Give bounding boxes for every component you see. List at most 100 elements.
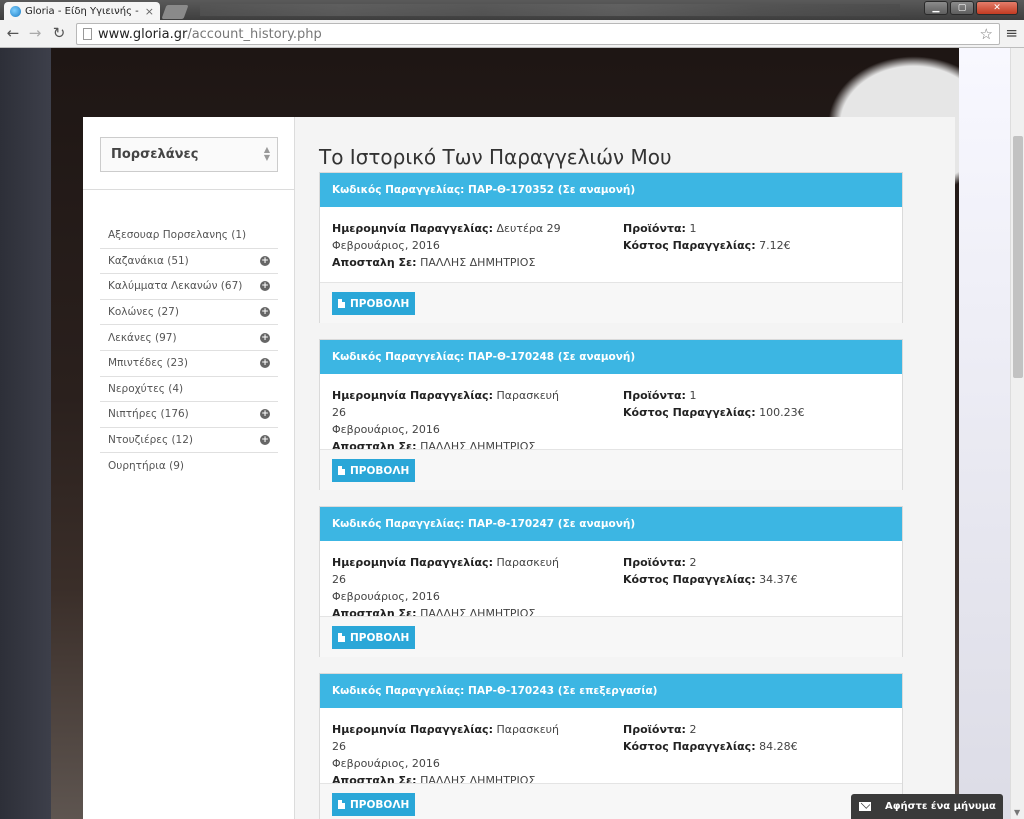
order-status: (Σε επεξεργασία): [557, 685, 658, 697]
view-order-button[interactable]: ΠΡΟΒΟΛΗ: [332, 626, 416, 649]
view-button-label: ΠΡΟΒΟΛΗ: [350, 631, 410, 644]
bookmark-star-icon[interactable]: ☆: [980, 25, 993, 43]
order-cost: 100.23€: [759, 406, 805, 419]
order-cost-label: Κόστος Παραγγελίας:: [623, 406, 756, 419]
category-item[interactable]: Νιπτήρες (176) +: [100, 402, 278, 428]
order-code-label: Κωδικός Παραγγελίας:: [332, 685, 465, 697]
order-code: ΠΑΡ-Θ-170352: [468, 184, 555, 196]
page-viewport: ▼ Πορσελάνες ▲ ▼ Αξεσουαρ Πορσελανης (1) …: [0, 48, 1024, 819]
address-bar[interactable]: www.gloria.gr/account_history.php ☆: [76, 23, 1000, 45]
products-label: Προϊόντα:: [623, 389, 686, 402]
expand-plus-icon[interactable]: +: [260, 435, 270, 446]
order-card: Κωδικός Παραγγελίας: ΠΑΡ-Θ-170248 (Σε αν…: [319, 339, 903, 490]
order-date-label: Ημερομηνία Παραγγελίας:: [332, 723, 493, 736]
order-cost: 34.37€: [759, 573, 798, 586]
order-left-column: Ημερομηνία Παραγγελίας: Παρασκευή 26 Φεβ…: [332, 554, 562, 622]
category-item[interactable]: Ντουζιέρες (12) +: [100, 428, 278, 454]
scroll-down-icon[interactable]: ▼: [1014, 808, 1020, 817]
category-label: Ουρητήρια (9): [108, 460, 184, 473]
content-panel: Πορσελάνες ▲ ▼ Αξεσουαρ Πορσελανης (1) Κα…: [83, 117, 955, 819]
category-label: Νιπτήρες (176): [108, 408, 189, 421]
close-window-button[interactable]: ✕: [976, 1, 1018, 15]
order-right-column: Προϊόντα: 2 Κόστος Παραγγελίας: 84.28€: [623, 721, 883, 755]
page-scrollbar[interactable]: ▼: [1010, 48, 1024, 819]
background-left: [0, 48, 51, 819]
expand-plus-icon[interactable]: +: [260, 358, 270, 369]
expand-plus-icon[interactable]: +: [260, 332, 270, 343]
document-icon: [338, 800, 345, 809]
order-footer: ΠΡΟΒΟΛΗ: [320, 616, 902, 657]
category-select[interactable]: Πορσελάνες ▲ ▼: [100, 137, 278, 172]
order-right-column: Προϊόντα: 1 Κόστος Παραγγελίας: 100.23€: [623, 387, 883, 421]
order-card: Κωδικός Παραγγελίας: ΠΑΡ-Θ-170243 (Σε επ…: [319, 673, 903, 819]
category-item[interactable]: Κολώνες (27) +: [100, 300, 278, 326]
view-button-label: ΠΡΟΒΟΛΗ: [350, 297, 410, 310]
order-cost: 7.12€: [759, 239, 791, 252]
view-order-button[interactable]: ΠΡΟΒΟΛΗ: [332, 459, 416, 482]
maximize-button[interactable]: ▢: [950, 1, 974, 15]
order-footer: ΠΡΟΒΟΛΗ: [320, 282, 902, 323]
category-item[interactable]: Καλύμματα Λεκανών (67) +: [100, 274, 278, 300]
order-date-line2: Φεβρουάριος, 2016: [332, 423, 440, 436]
category-label: Καλύμματα Λεκανών (67): [108, 280, 243, 293]
category-sidebar: Πορσελάνες ▲ ▼ Αξεσουαρ Πορσελανης (1) Κα…: [83, 117, 295, 819]
view-button-label: ΠΡΟΒΟΛΗ: [350, 798, 410, 811]
scrollbar-thumb[interactable]: [1013, 136, 1023, 378]
category-item[interactable]: Νεροχύτες (4): [100, 377, 278, 403]
order-header: Κωδικός Παραγγελίας: ΠΑΡ-Θ-170243 (Σε επ…: [320, 674, 902, 708]
category-label: Λεκάνες (97): [108, 331, 177, 344]
category-label: Αξεσουαρ Πορσελανης (1): [108, 229, 247, 242]
order-products: 2: [689, 723, 697, 736]
category-label: Καζανάκια (51): [108, 254, 189, 267]
category-item[interactable]: Καζανάκια (51) +: [100, 249, 278, 275]
forward-arrow-icon[interactable]: →: [26, 25, 44, 43]
order-date-line2: Φεβρουάριος, 2016: [332, 757, 440, 770]
background-tabs: [200, 4, 900, 16]
order-cost-label: Κόστος Παραγγελίας:: [623, 239, 756, 252]
order-date-label: Ημερομηνία Παραγγελίας:: [332, 556, 493, 569]
view-button-label: ΠΡΟΒΟΛΗ: [350, 464, 410, 477]
url-path: /account_history.php: [187, 26, 322, 42]
browser-menu-icon[interactable]: ≡: [1005, 24, 1018, 42]
category-item[interactable]: Αξεσουαρ Πορσελανης (1): [100, 223, 278, 249]
category-item[interactable]: Λεκάνες (97) +: [100, 325, 278, 351]
new-tab-button[interactable]: [161, 5, 189, 19]
order-body: Ημερομηνία Παραγγελίας: Παρασκευή 26 Φεβ…: [320, 374, 902, 453]
page-icon: [83, 28, 92, 40]
order-status: (Σε αναμονή): [557, 184, 636, 196]
order-header: Κωδικός Παραγγελίας: ΠΑΡ-Θ-170248 (Σε αν…: [320, 340, 902, 374]
order-products: 1: [689, 389, 697, 402]
shipped-to-label: Αποσταλη Σε:: [332, 256, 417, 269]
order-code-label: Κωδικός Παραγγελίας:: [332, 351, 465, 363]
expand-plus-icon[interactable]: +: [260, 281, 270, 292]
minimize-button[interactable]: ▁: [924, 1, 948, 15]
reload-icon[interactable]: ↻: [50, 25, 68, 43]
category-label: Κολώνες (27): [108, 306, 179, 319]
page-title: Το Ιστορικό Των Παραγγελιών Μου: [319, 145, 672, 169]
category-select-value: Πορσελάνες: [111, 147, 199, 162]
view-order-button[interactable]: ΠΡΟΒΟΛΗ: [332, 292, 416, 315]
select-arrows-icon: ▲ ▼: [263, 145, 270, 162]
order-recipient: ΠΑΛΛΗΣ ΔΗΜΗΤΡΙΟΣ: [420, 256, 536, 269]
products-label: Προϊόντα:: [623, 723, 686, 736]
browser-tab[interactable]: Gloria - Είδη Υγιεινής - Μ ×: [4, 2, 160, 20]
category-label: Μπιντέδες (23): [108, 357, 188, 370]
order-left-column: Ημερομηνία Παραγγελίας: Δευτέρα 29 Φεβρο…: [332, 220, 562, 271]
order-footer: ΠΡΟΒΟΛΗ: [320, 449, 902, 490]
leave-message-widget[interactable]: Αφήστε ένα μήνυμα: [851, 794, 1003, 819]
order-products: 1: [689, 222, 697, 235]
tab-close-icon[interactable]: ×: [145, 5, 154, 18]
back-arrow-icon[interactable]: ←: [4, 25, 22, 43]
category-label: Ντουζιέρες (12): [108, 434, 194, 447]
document-icon: [338, 466, 345, 475]
category-item[interactable]: Ουρητήρια (9): [100, 453, 278, 479]
category-item[interactable]: Μπιντέδες (23) +: [100, 351, 278, 377]
expand-plus-icon[interactable]: +: [260, 307, 270, 318]
expand-plus-icon[interactable]: +: [260, 409, 270, 420]
document-icon: [338, 633, 345, 642]
order-code: ΠΑΡ-Θ-170247: [468, 518, 555, 530]
expand-plus-icon[interactable]: +: [260, 255, 270, 266]
view-order-button[interactable]: ΠΡΟΒΟΛΗ: [332, 793, 416, 816]
order-body: Ημερομηνία Παραγγελίας: Δευτέρα 29 Φεβρο…: [320, 207, 902, 282]
order-body: Ημερομηνία Παραγγελίας: Παρασκευή 26 Φεβ…: [320, 708, 902, 787]
